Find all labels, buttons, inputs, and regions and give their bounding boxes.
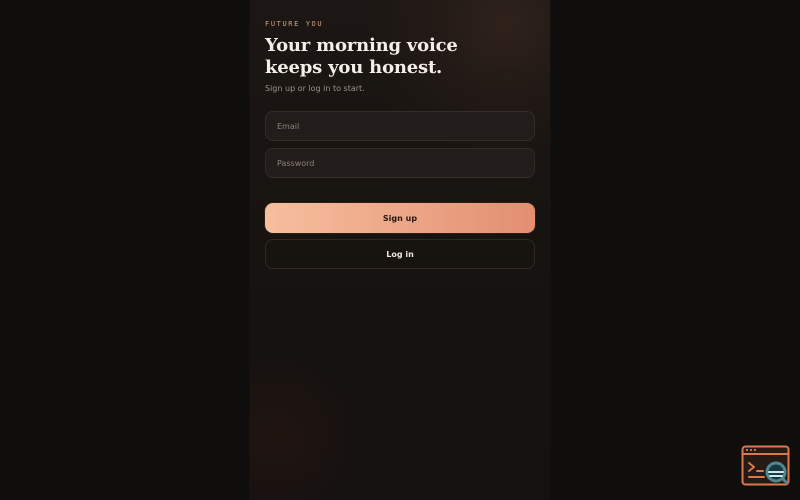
app-page: FUTURE YOU Your morning voice keeps you … (0, 0, 800, 500)
auth-subtitle: Sign up or log in to start. (265, 84, 365, 93)
page-title: Your morning voice keeps you honest. (265, 35, 458, 78)
sign-up-button[interactable]: Sign up (265, 203, 535, 233)
browser-terminal-search-icon-graphic (741, 445, 790, 486)
log-in-button[interactable]: Log in (265, 239, 535, 269)
email-field[interactable] (265, 111, 535, 141)
browser-terminal-search-icon[interactable] (741, 445, 791, 489)
password-field[interactable] (265, 148, 535, 178)
eyebrow-label: FUTURE YOU (265, 20, 324, 28)
auth-panel: FUTURE YOU Your morning voice keeps you … (250, 0, 550, 500)
